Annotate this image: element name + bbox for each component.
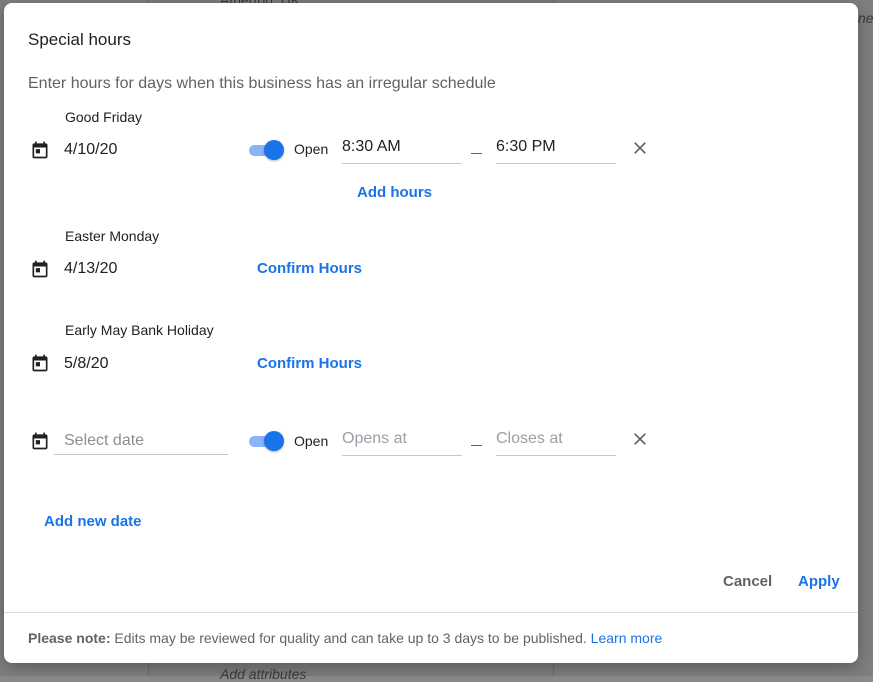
- opens-at-field[interactable]: 8:30 AM: [342, 136, 462, 164]
- entry-date-easter-monday[interactable]: 4/13/20: [64, 260, 117, 278]
- calendar-icon[interactable]: [30, 140, 50, 160]
- apply-button[interactable]: Apply: [798, 573, 840, 590]
- entry-label-good-friday: Good Friday: [65, 109, 143, 125]
- time-separator: [471, 153, 482, 154]
- entry-label-early-may: Early May Bank Holiday: [65, 322, 214, 338]
- confirm-hours-button[interactable]: Confirm Hours: [257, 260, 362, 277]
- open-label: Open: [294, 141, 329, 157]
- cancel-button[interactable]: Cancel: [723, 573, 772, 590]
- entry-date-early-may[interactable]: 5/8/20: [64, 355, 108, 373]
- background-add-attributes: Add attributes: [220, 666, 307, 682]
- calendar-icon[interactable]: [30, 259, 50, 279]
- dialog-title: Special hours: [28, 30, 132, 49]
- entry-label-easter-monday: Easter Monday: [65, 228, 160, 244]
- special-hours-dialog: Special hours Enter hours for days when …: [4, 3, 858, 663]
- time-separator: [471, 445, 482, 446]
- close-icon[interactable]: [630, 138, 650, 158]
- confirm-hours-button[interactable]: Confirm Hours: [257, 355, 362, 372]
- add-new-date-button[interactable]: Add new date: [44, 513, 142, 530]
- open-label: Open: [294, 433, 329, 449]
- select-date-input[interactable]: Select date: [54, 431, 228, 455]
- dialog-subtitle: Enter hours for days when this business …: [28, 75, 496, 92]
- open-toggle-new[interactable]: [247, 430, 285, 452]
- learn-more-link[interactable]: Learn more: [591, 630, 663, 646]
- calendar-icon[interactable]: [30, 431, 50, 451]
- calendar-icon[interactable]: [30, 353, 50, 373]
- note-label: Please note:: [28, 630, 111, 646]
- closes-at-input[interactable]: Closes at: [496, 428, 616, 456]
- close-icon[interactable]: [630, 429, 650, 449]
- footer-divider: [4, 612, 858, 613]
- note-text: Edits may be reviewed for quality and ca…: [110, 630, 587, 646]
- opens-at-input[interactable]: Opens at: [342, 428, 462, 456]
- entry-date-good-friday[interactable]: 4/10/20: [64, 141, 117, 159]
- closes-at-field[interactable]: 6:30 PM: [496, 136, 616, 164]
- open-toggle-good-friday[interactable]: [247, 139, 285, 161]
- background-right-text: ne: [858, 10, 873, 26]
- add-hours-button[interactable]: Add hours: [357, 184, 432, 201]
- footer-note: Please note: Edits may be reviewed for q…: [28, 630, 662, 646]
